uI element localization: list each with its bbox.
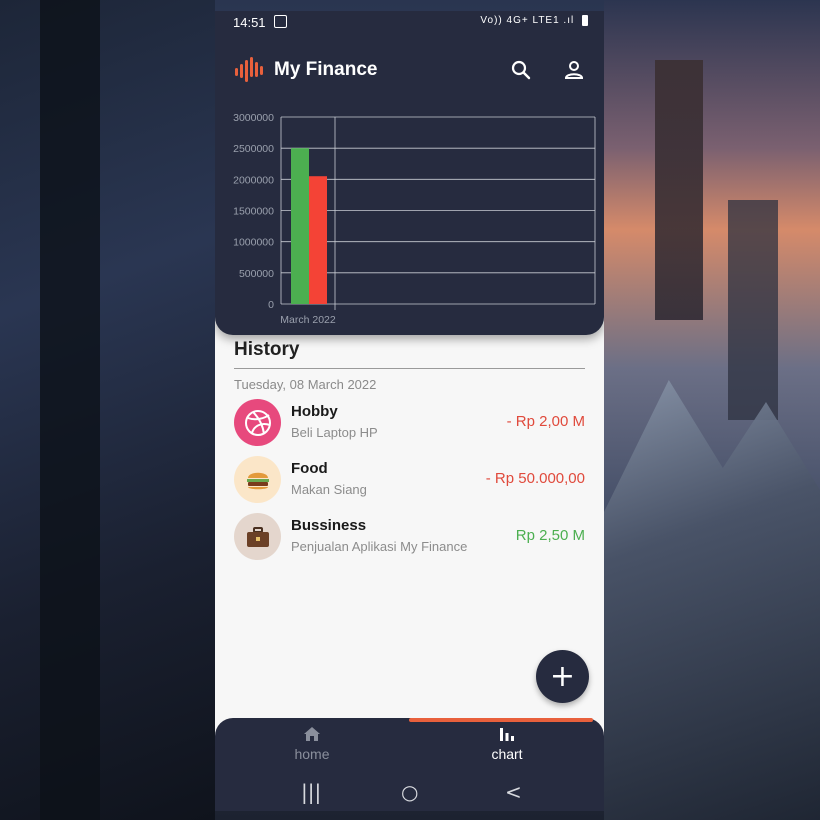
y-tick-label: 0 — [268, 299, 274, 311]
item-name: Food — [291, 460, 328, 477]
home-icon — [304, 727, 320, 741]
burger-icon — [234, 456, 281, 503]
bottom-navigation: home chart ||| ○ < — [215, 718, 604, 811]
history-item-hobby[interactable]: Hobby Beli Laptop HP - Rp 2,00 M — [234, 399, 585, 447]
phone-screen: 14:51 Vo)) 4G+ LTE1 .ıl My Finance 0 500… — [215, 11, 604, 811]
back-button[interactable]: < — [505, 780, 522, 804]
y-tick-label: 2000000 — [233, 174, 274, 186]
bar-series-1 — [291, 148, 309, 304]
history-date: Tuesday, 08 March 2022 — [234, 377, 377, 392]
notification-icon — [274, 15, 287, 28]
history-divider — [234, 368, 585, 369]
item-amount: Rp 2,50 M — [515, 527, 585, 544]
background-tower — [655, 60, 703, 320]
item-amount: - Rp 2,00 M — [506, 413, 585, 430]
history-item-food[interactable]: Food Makan Siang - Rp 50.000,00 — [234, 456, 585, 504]
y-tick-label: 2500000 — [233, 143, 274, 155]
app-bar: My Finance — [215, 51, 604, 91]
y-tick-label: 1000000 — [233, 237, 274, 249]
y-tick-label: 3000000 — [233, 112, 274, 124]
app-title: My Finance — [274, 59, 378, 80]
item-amount: - Rp 50.000,00 — [485, 470, 585, 487]
background-pillar — [40, 0, 100, 820]
app-logo-icon — [235, 57, 263, 82]
bar-series-2 — [309, 176, 327, 304]
nav-home[interactable]: home — [242, 724, 382, 762]
item-description: Makan Siang — [291, 482, 367, 497]
item-name: Hobby — [291, 403, 338, 420]
history-item-bussiness[interactable]: Bussiness Penjualan Aplikasi My Finance … — [234, 513, 585, 561]
active-tab-indicator — [409, 718, 593, 722]
dribbble-icon — [234, 399, 281, 446]
status-network-text: Vo)) 4G+ LTE1 .ıl — [480, 15, 575, 27]
system-navigation-bar: ||| ○ < — [215, 774, 604, 811]
nav-home-label: home — [294, 746, 330, 762]
item-description: Beli Laptop HP — [291, 425, 378, 440]
history-title: History — [234, 339, 300, 360]
briefcase-icon — [234, 513, 281, 560]
item-description: Penjualan Aplikasi My Finance — [291, 539, 468, 554]
nav-chart[interactable]: chart — [437, 724, 577, 762]
status-bar: 14:51 Vo)) 4G+ LTE1 .ıl — [215, 11, 604, 35]
recents-button[interactable]: ||| — [301, 780, 321, 804]
status-icons: Vo)) 4G+ LTE1 .ıl — [480, 15, 588, 26]
nav-chart-label: chart — [491, 746, 523, 762]
background-tower-small — [728, 200, 778, 420]
x-tick-label: March 2022 — [280, 314, 336, 326]
bar-chart: 0 500000 1000000 1500000 2000000 2500000 30000… — [233, 112, 596, 326]
account-icon[interactable] — [561, 57, 587, 83]
search-icon[interactable] — [508, 57, 534, 83]
y-tick-label: 1500000 — [233, 206, 274, 218]
chart-icon — [500, 728, 514, 741]
y-tick-label: 500000 — [239, 268, 274, 280]
add-transaction-button[interactable]: + — [536, 650, 589, 703]
battery-icon — [582, 15, 588, 26]
item-name: Bussiness — [291, 517, 367, 534]
status-time: 14:51 — [233, 15, 266, 30]
home-button[interactable]: ○ — [401, 780, 418, 804]
background-left — [0, 0, 215, 820]
header-card: 14:51 Vo)) 4G+ LTE1 .ıl My Finance 0 500… — [215, 11, 604, 335]
